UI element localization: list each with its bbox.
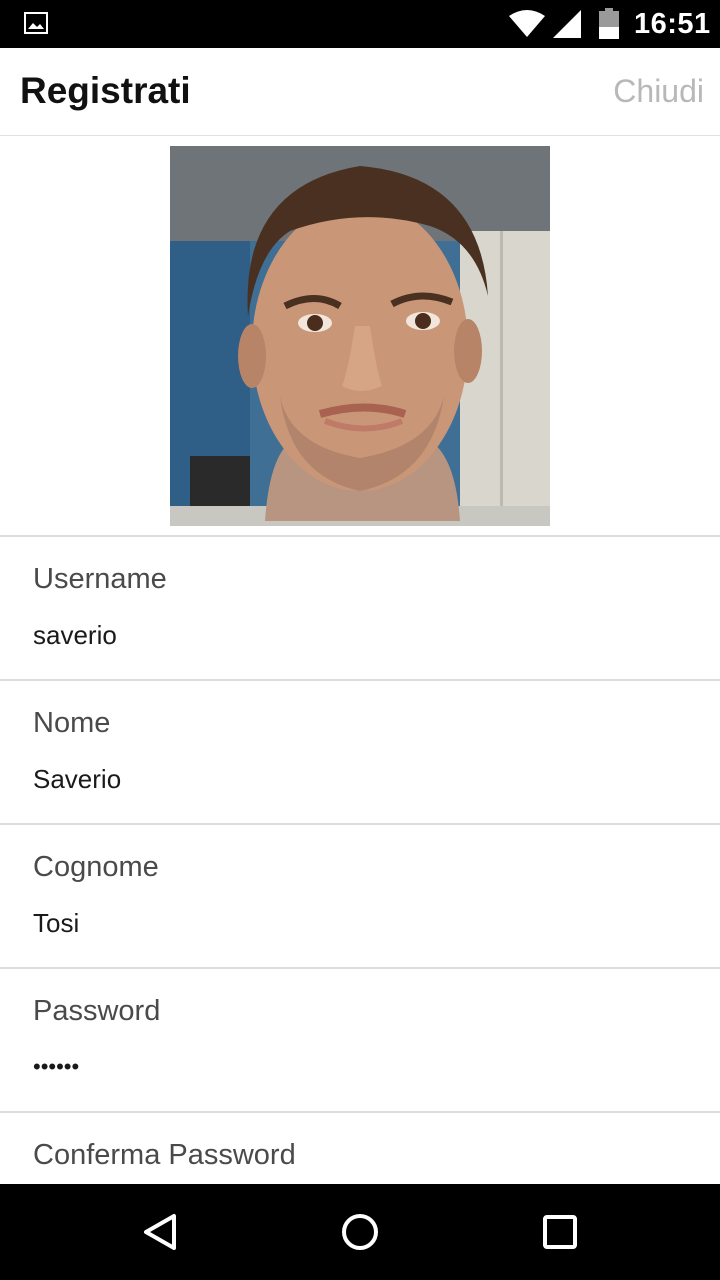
- header-bar: Registrati Chiudi: [0, 48, 720, 136]
- home-icon[interactable]: [336, 1208, 384, 1256]
- registration-form: Username saverio Nome Saverio Cognome To…: [0, 537, 720, 1257]
- password-input[interactable]: ••••••: [33, 1049, 79, 1085]
- close-button[interactable]: Chiudi: [613, 68, 704, 114]
- username-input[interactable]: saverio: [33, 617, 117, 653]
- recents-icon[interactable]: [536, 1208, 584, 1256]
- confirm-password-label: Conferma Password: [33, 1139, 296, 1171]
- cognome-label: Cognome: [33, 851, 159, 883]
- password-field[interactable]: Password ••••••: [0, 969, 720, 1113]
- wifi-icon: [508, 10, 546, 38]
- signal-icon: [552, 9, 582, 39]
- password-label: Password: [33, 995, 161, 1027]
- register-screen: 16:51 Registrati Chiudi Username saverio…: [0, 0, 720, 1280]
- cognome-field[interactable]: Cognome Tosi: [0, 825, 720, 969]
- username-label: Username: [33, 563, 167, 595]
- avatar-section: [0, 136, 720, 537]
- navigation-bar: [0, 1184, 720, 1280]
- back-icon[interactable]: [136, 1208, 184, 1256]
- status-time: 16:51: [634, 8, 711, 40]
- cognome-input[interactable]: Tosi: [33, 905, 79, 941]
- page-title: Registrati: [20, 70, 191, 111]
- nome-input[interactable]: Saverio: [33, 761, 121, 797]
- nome-field[interactable]: Nome Saverio: [0, 681, 720, 825]
- battery-icon: [598, 8, 620, 40]
- username-field[interactable]: Username saverio: [0, 537, 720, 681]
- avatar-photo[interactable]: [170, 146, 550, 526]
- nome-label: Nome: [33, 707, 111, 739]
- status-bar: 16:51: [0, 0, 720, 48]
- gallery-icon: [24, 12, 48, 34]
